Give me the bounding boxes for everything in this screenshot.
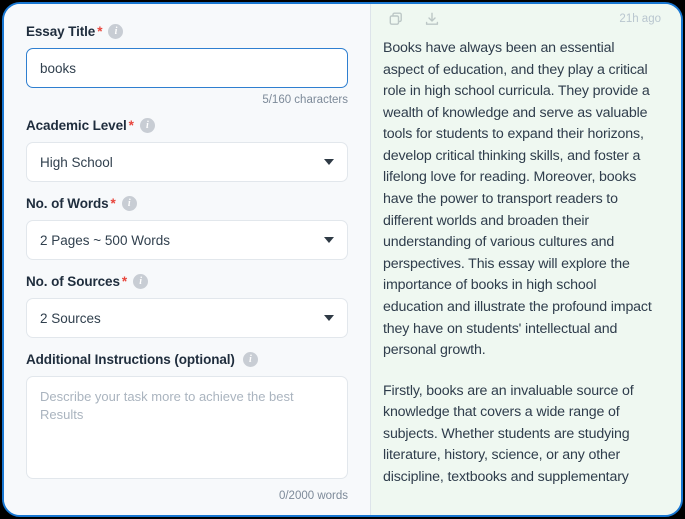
required-marker: * xyxy=(97,24,103,39)
field-label-row: Academic Level * i xyxy=(26,118,348,133)
no-of-words-select-wrap: 2 Pages ~ 500 Words xyxy=(26,220,348,260)
field-no-of-sources: No. of Sources * i 2 Sources xyxy=(26,274,348,338)
field-label-row: Essay Title * i xyxy=(26,24,348,39)
info-icon[interactable]: i xyxy=(242,352,258,367)
field-label-row: No. of Sources * i xyxy=(26,274,348,289)
field-label-no-of-words: No. of Words xyxy=(26,196,109,211)
field-label-row: No. of Words * i xyxy=(26,196,348,211)
essay-title-character-counter: 5/160 characters xyxy=(262,94,348,106)
essay-timestamp: 21h ago xyxy=(619,13,661,25)
required-marker: * xyxy=(121,274,128,289)
field-label-academic-level: Academic Level xyxy=(26,118,127,133)
no-of-sources-select[interactable]: 2 Sources xyxy=(26,298,348,338)
field-label-essay-title: Essay Title xyxy=(26,24,96,39)
academic-level-select-wrap: High School xyxy=(26,142,348,182)
download-icon[interactable] xyxy=(421,8,443,30)
field-label-no-of-sources: No. of Sources xyxy=(26,274,120,289)
field-label-additional-instructions: Additional Instructions (optional) xyxy=(26,352,235,367)
additional-instructions-textarea[interactable] xyxy=(26,376,348,479)
essay-output-panel: 21h ago Books have always been an essent… xyxy=(370,4,681,515)
info-icon[interactable]: i xyxy=(108,24,124,39)
essay-form-panel: Essay Title * i 5/160 characters Academi… xyxy=(4,4,370,515)
essay-paragraph: Firstly, books are an invaluable source … xyxy=(383,382,634,485)
field-essay-title: Essay Title * i 5/160 characters xyxy=(26,24,348,106)
required-marker: * xyxy=(110,196,116,211)
no-of-words-select[interactable]: 2 Pages ~ 500 Words xyxy=(26,220,348,260)
field-academic-level: Academic Level * i High School xyxy=(26,118,348,182)
app-window: Essay Title * i 5/160 characters Academi… xyxy=(2,2,683,517)
essay-toolbar: 21h ago xyxy=(371,4,681,34)
field-no-of-words: No. of Words * i 2 Pages ~ 500 Words xyxy=(26,196,348,260)
additional-instructions-word-counter: 0/2000 words xyxy=(278,490,348,502)
field-label-row: Additional Instructions (optional) i xyxy=(26,352,348,367)
info-icon[interactable]: i xyxy=(121,196,137,211)
essay-text-body[interactable]: Books have always been an essential aspe… xyxy=(371,34,681,515)
info-icon[interactable]: i xyxy=(133,274,149,289)
info-icon[interactable]: i xyxy=(139,118,155,133)
required-marker: * xyxy=(128,118,134,133)
essay-title-input[interactable] xyxy=(26,48,348,88)
copy-icon[interactable] xyxy=(385,8,407,30)
academic-level-select[interactable]: High School xyxy=(26,142,348,182)
no-of-sources-select-wrap: 2 Sources xyxy=(26,298,348,338)
field-additional-instructions: Additional Instructions (optional) i 0/2… xyxy=(26,352,348,502)
essay-paragraph: Books have always been an essential aspe… xyxy=(383,40,652,359)
